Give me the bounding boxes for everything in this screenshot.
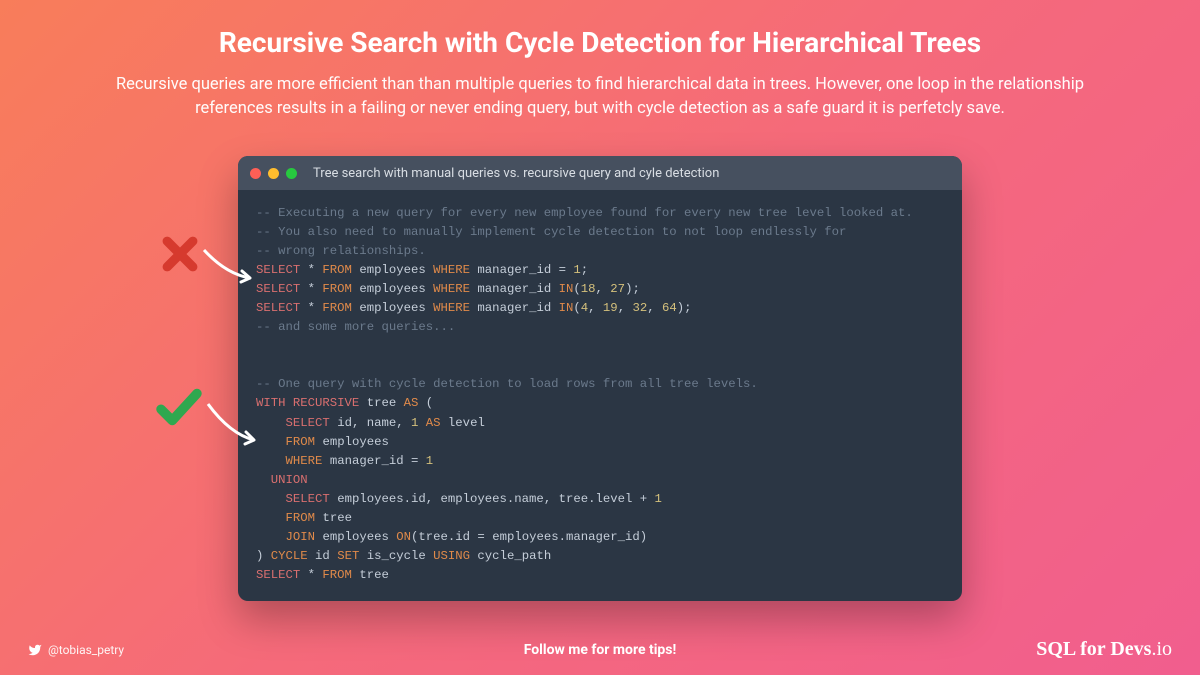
code-block: -- Executing a new query for every new e… — [238, 190, 962, 601]
twitter-handle-text: @tobias_petry — [48, 643, 124, 657]
kw: SELECT — [286, 492, 330, 506]
kw: CYCLE — [271, 549, 308, 563]
kw: SELECT — [256, 263, 300, 277]
kw: WHERE — [286, 454, 323, 468]
follow-text: Follow me for more tips! — [524, 642, 677, 658]
brand-name: SQL for Devs — [1036, 638, 1151, 660]
page-title: Recursive Search with Cycle Detection fo… — [0, 0, 1200, 59]
kw: FROM — [286, 511, 316, 525]
kw: WHERE — [433, 282, 470, 296]
num: 18 — [581, 282, 596, 296]
arrow-icon — [204, 400, 266, 448]
kw: FROM — [322, 568, 352, 582]
code-window: Tree search with manual queries vs. recu… — [238, 156, 962, 601]
code-comment: -- One query with cycle detection to loa… — [256, 377, 758, 391]
page-subtitle: Recursive queries are more efficient tha… — [0, 59, 1200, 121]
close-icon — [250, 168, 261, 179]
code-comment: -- wrong relationships. — [256, 244, 426, 258]
kw: WITH RECURSIVE — [256, 396, 359, 410]
num: 27 — [610, 282, 625, 296]
twitter-icon — [28, 643, 42, 657]
traffic-lights — [250, 168, 297, 179]
kw: IN — [559, 301, 574, 315]
kw: SELECT — [256, 301, 300, 315]
kw: AS — [404, 396, 419, 410]
kw: FROM — [322, 301, 352, 315]
kw: USING — [433, 549, 470, 563]
kw: SELECT — [256, 282, 300, 296]
num: 64 — [662, 301, 677, 315]
kw: IN — [559, 282, 574, 296]
kw: SELECT — [256, 568, 300, 582]
maximize-icon — [286, 168, 297, 179]
kw: WHERE — [433, 301, 470, 315]
kw: AS — [426, 416, 441, 430]
kw: JOIN — [286, 530, 316, 544]
code-comment: -- Executing a new query for every new e… — [256, 206, 913, 220]
kw: SELECT — [286, 416, 330, 430]
check-icon — [152, 380, 206, 434]
kw: WHERE — [433, 263, 470, 277]
kw: UNION — [271, 473, 308, 487]
twitter-handle: @tobias_petry — [28, 643, 124, 657]
num: 1 — [573, 263, 580, 277]
num: 1 — [655, 492, 662, 506]
minimize-icon — [268, 168, 279, 179]
kw: FROM — [322, 263, 352, 277]
num: 1 — [426, 454, 433, 468]
num: 32 — [632, 301, 647, 315]
brand-ext: .io — [1151, 638, 1172, 660]
arrow-icon — [200, 246, 262, 286]
cross-icon — [158, 232, 202, 276]
window-titlebar: Tree search with manual queries vs. recu… — [238, 156, 962, 190]
window-title: Tree search with manual queries vs. recu… — [313, 166, 719, 181]
kw: FROM — [286, 435, 316, 449]
num: 19 — [603, 301, 618, 315]
kw: ON — [396, 530, 411, 544]
kw: SET — [337, 549, 359, 563]
kw: FROM — [322, 282, 352, 296]
brand-logo: SQL for Devs.io — [1036, 638, 1172, 661]
code-comment: -- and some more queries... — [256, 320, 455, 334]
code-comment: -- You also need to manually implement c… — [256, 225, 846, 239]
footer: @tobias_petry Follow me for more tips! S… — [0, 638, 1200, 661]
